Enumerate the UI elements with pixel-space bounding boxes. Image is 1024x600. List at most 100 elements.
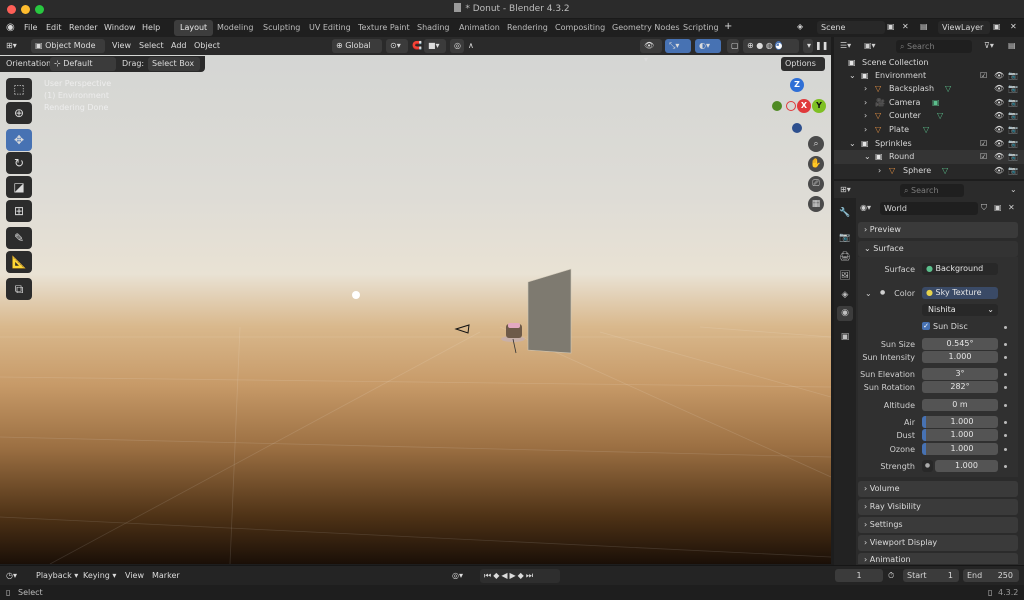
world-tab-icon[interactable]: ◉ — [837, 306, 853, 321]
checkbox-icon[interactable]: ☑ — [980, 137, 987, 151]
render-camera-icon[interactable]: 📷 — [1008, 69, 1018, 83]
menu-edit[interactable]: Edit — [46, 23, 62, 32]
backsplash-object[interactable] — [527, 268, 572, 354]
icing-object[interactable] — [508, 323, 520, 328]
keyframe-dot[interactable] — [1004, 373, 1007, 376]
eye-icon[interactable]: 👁 — [994, 150, 1004, 164]
altitude-field[interactable]: 0 m — [922, 399, 998, 411]
move-tool[interactable]: ✥ — [6, 129, 32, 151]
animation-panel-header[interactable]: › Animation — [858, 553, 1018, 564]
outliner-search-input[interactable]: ⌕ Search — [896, 40, 972, 53]
render-camera-icon[interactable]: 📷 — [1008, 96, 1018, 110]
overlay-toggle[interactable]: ◐▾ — [695, 39, 721, 53]
unlink-world-icon[interactable]: ✕ — [1008, 203, 1015, 212]
sun-disc-checkbox[interactable]: ✓ — [922, 322, 930, 330]
tab-geometry-nodes[interactable]: Geometry Nodes — [606, 20, 685, 36]
menu-timeline-view[interactable]: View — [125, 569, 144, 583]
surface-panel-header[interactable]: ⌄ Surface — [858, 241, 1018, 257]
keyframe-dot[interactable] — [1004, 404, 1007, 407]
menu-marker[interactable]: Marker — [152, 569, 180, 583]
outliner-row-counter[interactable]: › ▽ Counter ▽ 👁 📷 — [834, 109, 1024, 123]
select-box-tool[interactable]: ⬚ — [6, 78, 32, 100]
sun-size-field[interactable]: 0.545° — [922, 338, 998, 350]
view-layer-field[interactable]: ViewLayer — [938, 21, 990, 34]
strength-field[interactable]: 1.000 — [935, 460, 998, 472]
collection-tab-icon[interactable]: ▣ — [837, 330, 853, 345]
outliner-row-plate[interactable]: › ▽ Plate ▽ 👁 📷 — [834, 123, 1024, 137]
gizmo-neg-z[interactable] — [792, 123, 802, 133]
surface-shader-field[interactable]: ● Background — [922, 263, 998, 275]
menu-view[interactable]: View — [112, 39, 131, 53]
eye-icon[interactable]: 👁 — [994, 82, 1004, 96]
render-camera-icon[interactable]: 📷 — [1008, 150, 1018, 164]
volume-panel-header[interactable]: › Volume — [858, 481, 1018, 497]
menu-help[interactable]: Help — [142, 23, 160, 32]
menu-select[interactable]: Select — [139, 39, 164, 53]
scale-tool[interactable]: ◪ — [6, 176, 32, 198]
tab-layout[interactable]: Layout — [174, 20, 214, 36]
expand-arrow-icon[interactable]: › — [864, 82, 867, 96]
keyframe-dot[interactable] — [1004, 386, 1007, 389]
render-camera-icon[interactable]: 📷 — [1008, 82, 1018, 96]
menu-window[interactable]: Window — [104, 23, 136, 32]
measure-tool[interactable]: 📐 — [6, 251, 32, 273]
eye-icon[interactable]: 👁 — [994, 96, 1004, 110]
checkbox-icon[interactable]: ☑ — [980, 150, 987, 164]
new-view-layer-icon[interactable]: ▣ — [993, 22, 1001, 31]
pan-hand-icon[interactable]: ✋ — [808, 156, 824, 172]
proportional-editing-icon[interactable]: ◎ — [450, 39, 464, 53]
keyframe-dot[interactable] — [1004, 448, 1007, 451]
editor-type-icon[interactable]: ⊞▾ — [6, 39, 28, 53]
strength-socket-icon[interactable]: ● — [922, 460, 933, 472]
timeline-editor-icon[interactable]: ◷▾ — [6, 569, 17, 583]
checkbox-icon[interactable]: ☑ — [980, 69, 987, 83]
expand-arrow-icon[interactable]: ⌄ — [849, 137, 856, 151]
view-layer-tab-icon[interactable]: 🖼 — [837, 269, 853, 284]
menu-keying[interactable]: Keying ▾ — [83, 569, 116, 583]
tab-modeling[interactable]: Modeling — [211, 20, 259, 36]
menu-object[interactable]: Object — [194, 39, 220, 53]
xray-toggle[interactable]: ▢ — [727, 39, 739, 53]
preview-range-clock-icon[interactable]: ⏱ — [888, 569, 894, 583]
gizmo-toggle[interactable]: ⤡▾ — [665, 39, 691, 53]
outliner-row-camera[interactable]: › 🎥 Camera ▣ 👁 📷 — [834, 96, 1024, 110]
snap-icon[interactable]: 🧲 — [412, 39, 422, 53]
color-texture-field[interactable]: ● Sky Texture — [922, 287, 998, 299]
falloff-icon[interactable]: ∧ — [468, 39, 474, 53]
ray-visibility-panel-header[interactable]: › Ray Visibility — [858, 499, 1018, 515]
orientation-dropdown[interactable]: ⊹ Default — [50, 57, 116, 71]
shading-options-icon[interactable]: ▾ — [803, 39, 813, 53]
properties-search-input[interactable]: ⌕ Search — [900, 184, 964, 197]
shading-mode-buttons[interactable]: ⊕ ● ◍ ◕ — [743, 39, 799, 53]
sky-type-dropdown[interactable]: Nishita ⌄ — [922, 304, 998, 316]
output-tab-icon[interactable]: 🖨 — [837, 250, 853, 265]
pivot-point-dropdown[interactable]: ⊙▾ — [386, 39, 408, 53]
display-mode-icon[interactable]: ▣▾ — [864, 41, 876, 50]
filter-icon[interactable]: ⊽▾ — [984, 41, 994, 50]
delete-scene-icon[interactable]: ✕ — [902, 22, 909, 31]
preview-panel-header[interactable]: › Preview — [858, 222, 1018, 238]
sun-rotation-field[interactable]: 282° — [922, 381, 998, 393]
tab-rendering[interactable]: Rendering — [501, 20, 554, 36]
gizmo-neg-y[interactable] — [772, 101, 782, 111]
tab-sculpting[interactable]: Sculpting — [257, 20, 306, 36]
tab-texture-paint[interactable]: Texture Paint — [352, 20, 416, 36]
expand-arrow-icon[interactable]: › — [878, 164, 881, 178]
keyframe-dot[interactable] — [1004, 343, 1007, 346]
expand-arrow-icon[interactable]: › — [864, 96, 867, 110]
tab-compositing[interactable]: Compositing — [549, 20, 611, 36]
gizmo-z-axis[interactable]: Z — [790, 78, 804, 92]
outliner-editor-icon[interactable]: ☰▾ — [840, 41, 851, 50]
menu-add[interactable]: Add — [171, 39, 187, 53]
outliner-row-backsplash[interactable]: › ▽ Backsplash ▽ 👁 📷 — [834, 82, 1024, 96]
keyframe-dot[interactable] — [1004, 421, 1007, 424]
menu-file[interactable]: File — [24, 23, 37, 32]
ozone-slider[interactable]: 1.000 — [922, 443, 998, 455]
tab-shading[interactable]: Shading — [411, 20, 456, 36]
keyframe-dot[interactable] — [1004, 434, 1007, 437]
eye-icon[interactable]: 👁 — [994, 164, 1004, 178]
drag-dropdown[interactable]: Select Box — [148, 57, 200, 71]
pause-render-icon[interactable]: ❚❚ — [815, 39, 828, 53]
add-cube-tool[interactable]: ⧉ — [6, 278, 32, 300]
transform-orientation-dropdown[interactable]: ⊕ Global — [332, 39, 382, 53]
